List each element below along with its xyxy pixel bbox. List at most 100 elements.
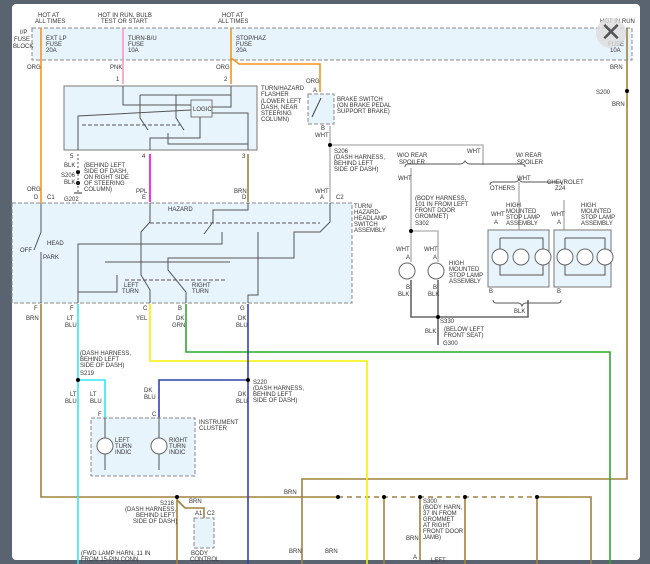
diagram-label: C2 xyxy=(207,511,215,517)
right-turn-indicator-bulb-icon xyxy=(150,437,168,455)
diagram-label: LEFT xyxy=(431,558,446,564)
body-control-module xyxy=(193,517,215,549)
bulb-icon xyxy=(534,248,552,266)
diagram-label: W/O REAR xyxy=(397,153,428,159)
diagram-label: LT xyxy=(70,392,77,398)
diagram-label: S206 xyxy=(61,173,76,179)
diagram-label: Z24 xyxy=(555,186,566,192)
diagram-label: COLUMN) xyxy=(84,187,112,193)
diagram-label: WHT xyxy=(467,149,481,155)
logic-label: LOGIC xyxy=(193,107,212,113)
diagram-element xyxy=(336,495,340,499)
diagram-label: ORG xyxy=(306,79,320,85)
diagram-label: C1 xyxy=(47,195,55,201)
diagram-label: SIDE OF DASH) xyxy=(253,398,297,404)
diagram-label: TURN xyxy=(122,289,139,295)
led-icon xyxy=(596,248,614,266)
diagram-label: WHT xyxy=(398,176,412,182)
diagram-label: BRN xyxy=(612,102,625,108)
diagram-element xyxy=(409,229,413,233)
diagram-label: CONTROL xyxy=(190,557,220,563)
diagram-label: BLU xyxy=(236,323,248,329)
diagram-label: WHT xyxy=(551,212,565,218)
led-icon xyxy=(576,248,594,266)
bulb-icon xyxy=(512,248,530,266)
diagram-label: CLUSTER xyxy=(199,426,228,432)
diagram-element xyxy=(175,495,179,499)
diagram-label: A xyxy=(320,195,324,201)
diagram-label: BLOCK xyxy=(13,44,33,50)
diagram-element xyxy=(328,143,332,147)
diagram-label: 20A xyxy=(46,48,57,54)
diagram-label: G xyxy=(240,306,245,312)
diagram-label: BRN xyxy=(284,490,297,496)
diagram-label: G300 xyxy=(443,341,458,347)
diagram-label: SIDE OF DASH) xyxy=(80,363,124,369)
diagram-label: LT xyxy=(90,392,97,398)
diagram-label: F xyxy=(98,412,102,418)
diagram-label: WHT xyxy=(396,247,410,253)
diagram-label: S330 xyxy=(440,319,455,325)
diagram-label: B xyxy=(433,285,437,291)
diagram-label: B xyxy=(321,126,325,132)
diagram-label: B xyxy=(489,289,493,295)
diagram-label: GRN xyxy=(172,323,185,329)
diagram-label: ORG xyxy=(27,65,41,71)
led-icon xyxy=(556,248,574,266)
diagram-label: DK xyxy=(144,388,152,394)
stop-lamp-bulb-icon xyxy=(427,262,445,280)
diagram-label: BLK xyxy=(64,180,75,186)
diagram-label: F xyxy=(70,306,74,312)
diagram-label: S219 xyxy=(80,371,95,377)
diagram-label: YEL xyxy=(136,316,148,322)
diagram-label: WHT xyxy=(491,212,505,218)
diagram-label: ASSEMBLY xyxy=(449,279,481,285)
diagram-label: HAZARD xyxy=(168,207,193,213)
diagram-element xyxy=(463,495,467,499)
diagram-label: SIDE OF DASH) xyxy=(133,519,177,525)
left-turn-indicator-bulb-icon xyxy=(96,437,114,455)
diagram-label: CHEVROLET xyxy=(547,180,584,186)
diagram-label: TEST OR START xyxy=(101,19,148,25)
diagram-element xyxy=(625,89,629,93)
diagram-label: SPOILER xyxy=(517,160,544,166)
diagram-label: D xyxy=(242,195,247,201)
diagram-label: DK xyxy=(238,392,246,398)
diagram-label: WHT xyxy=(517,176,531,182)
diagram-element xyxy=(76,378,80,382)
diagram-label: SIDE OF DASH) xyxy=(334,167,378,173)
diagram-label: ORG xyxy=(216,65,230,71)
diagram-label: WHT xyxy=(424,247,438,253)
ip-fuse-block xyxy=(31,27,633,61)
diagram-element xyxy=(535,495,539,499)
diagram-label: BLU xyxy=(65,399,77,405)
diagram-label: A xyxy=(313,88,317,94)
diagram-label: FUSE xyxy=(14,37,30,43)
diagram-label: BRN xyxy=(325,549,338,555)
diagram-label: JAMB) xyxy=(423,535,441,541)
turn-hazard-headlamp-switch-assembly xyxy=(11,202,353,304)
diagram-label: B xyxy=(178,306,182,312)
stop-lamp-bulb-icon xyxy=(398,262,416,280)
diagram-label: A xyxy=(433,255,437,261)
diagram-label: C2 xyxy=(336,195,344,201)
diagram-label: D xyxy=(34,195,39,201)
diagram-label: ASSEMBLY xyxy=(581,221,613,227)
diagram-label: A1 xyxy=(195,511,203,517)
diagram-element xyxy=(246,378,250,382)
diagram-label: SUPPORT BRAKE) xyxy=(337,109,390,115)
close-button[interactable]: ✕ xyxy=(596,18,626,48)
diagram-label: S200 xyxy=(596,90,611,96)
diagram-label: ALL TIMES xyxy=(218,19,248,25)
diagram-label: BLK xyxy=(64,163,75,169)
diagram-label: C xyxy=(152,412,157,418)
diagram-label: GROMMET) xyxy=(415,214,448,220)
diagram-label: BLU xyxy=(236,399,248,405)
diagram-label: A xyxy=(557,220,561,226)
diagram-label: ASSEMBLY xyxy=(354,228,386,234)
diagram-label: TURN xyxy=(192,289,209,295)
diagram-label: BRN xyxy=(610,65,623,71)
diagram-label: FLASHER xyxy=(261,92,289,98)
diagram-label: I/P xyxy=(20,30,27,36)
diagram-label: ASSEMBLY xyxy=(506,221,538,227)
